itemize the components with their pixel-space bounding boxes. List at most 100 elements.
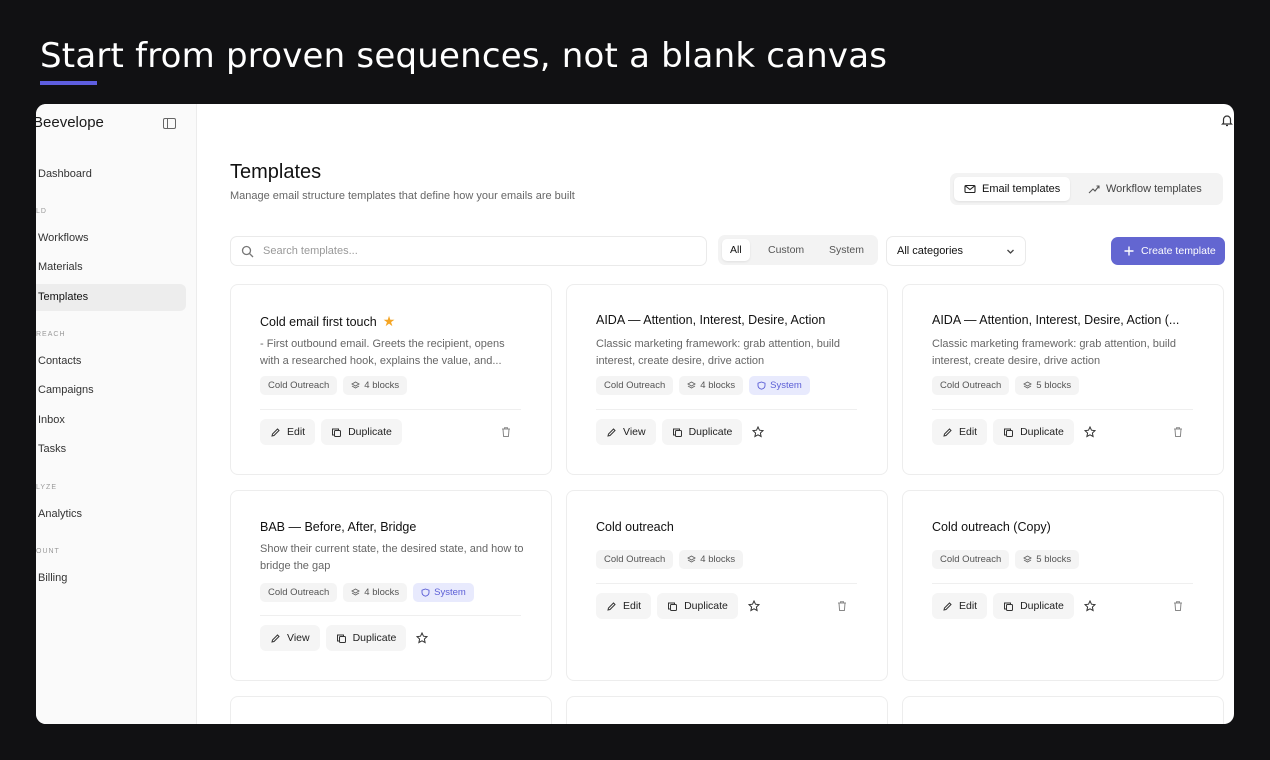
card-title-text: BAB — Before, After, Bridge — [260, 520, 417, 534]
template-card[interactable]: AIDA — Attention, Interest, Desire, Acti… — [566, 284, 888, 475]
sidebar-item-campaigns[interactable]: Campaigns — [36, 377, 186, 404]
template-card[interactable] — [902, 696, 1224, 724]
star-outline-icon — [416, 632, 429, 644]
blocks-count: 4 blocks — [364, 380, 400, 391]
card-title: AIDA — Attention, Interest, Desire, Acti… — [596, 313, 825, 327]
template-card[interactable]: BAB — Before, After, Bridge Show their c… — [230, 490, 552, 681]
layers-icon — [351, 381, 361, 389]
card-title: Cold outreach (Copy) — [932, 520, 1051, 534]
system-tag-label: System — [434, 587, 466, 598]
edit-label: Edit — [623, 600, 642, 612]
duplicate-label: Duplicate — [1020, 600, 1064, 612]
card-tags: Cold Outreach 4 blocks — [596, 550, 744, 569]
favorite-button[interactable] — [1080, 593, 1100, 619]
sidebar-item-contacts[interactable]: Contacts — [36, 348, 186, 375]
duplicate-button[interactable]: Duplicate — [321, 419, 402, 445]
template-card[interactable]: Cold outreach (Copy) Cold Outreach 5 blo… — [902, 490, 1224, 681]
sidebar-item-workflows[interactable]: Workflows — [36, 225, 186, 252]
edit-button[interactable]: Edit — [596, 593, 652, 619]
favorite-button[interactable] — [412, 625, 432, 651]
tab-workflow-templates[interactable]: Workflow templates — [1078, 177, 1212, 201]
trash-icon[interactable] — [1171, 425, 1185, 439]
filter-system[interactable]: System — [821, 239, 872, 261]
page-subtitle: Manage email structure templates that de… — [230, 190, 575, 202]
card-actions: Edit Duplicate — [932, 419, 1100, 445]
edit-button[interactable]: Edit — [932, 419, 988, 445]
view-button[interactable]: View — [596, 419, 656, 445]
favorite-button[interactable] — [744, 593, 764, 619]
card-divider — [596, 583, 857, 584]
template-card[interactable] — [230, 696, 552, 724]
sidebar-item-materials[interactable]: Materials — [36, 254, 186, 281]
sidebar-item-tasks[interactable]: Tasks — [36, 436, 186, 463]
sidebar-section-account: OUNT — [36, 548, 60, 555]
filter-custom[interactable]: Custom — [760, 239, 812, 261]
duplicate-button[interactable]: Duplicate — [993, 419, 1074, 445]
template-card[interactable]: AIDA — Attention, Interest, Desire, Acti… — [902, 284, 1224, 475]
card-description: Show their current state, the desired st… — [260, 543, 524, 572]
blocks-tag: 4 blocks — [679, 376, 744, 395]
card-actions: Edit Duplicate — [932, 593, 1100, 619]
favorite-star-icon[interactable]: ★ — [383, 313, 396, 330]
copy-icon — [672, 428, 682, 437]
blocks-tag: 4 blocks — [343, 376, 408, 395]
category-select-value: All categories — [897, 245, 964, 257]
template-card[interactable]: Cold outreach Cold Outreach 4 blocks Edi… — [566, 490, 888, 681]
duplicate-button[interactable]: Duplicate — [325, 625, 407, 651]
star-outline-icon — [747, 600, 760, 612]
sidebar-item-dashboard[interactable]: Dashboard — [36, 161, 186, 188]
sidebar-item-templates[interactable]: Templates — [36, 284, 186, 311]
duplicate-button[interactable]: Duplicate — [657, 593, 738, 619]
blocks-count: 4 blocks — [700, 554, 736, 565]
sidebar-item-analytics[interactable]: Analytics — [36, 501, 186, 528]
layers-icon — [687, 555, 697, 563]
card-title-text: AIDA — Attention, Interest, Desire, Acti… — [932, 313, 1180, 327]
copy-icon — [668, 602, 678, 611]
category-select[interactable]: All categories — [886, 236, 1026, 266]
filter-all[interactable]: All — [722, 239, 750, 261]
page-title: Templates — [230, 161, 322, 183]
system-tag: System — [749, 376, 810, 395]
edit-button[interactable]: Edit — [932, 593, 988, 619]
sidebar-item-billing[interactable]: Billing — [36, 565, 186, 592]
system-tag-label: System — [770, 380, 802, 391]
create-template-button[interactable]: Create template — [1111, 237, 1225, 265]
category-tag: Cold Outreach — [596, 376, 674, 395]
plus-icon — [1124, 246, 1134, 256]
tab-email-templates[interactable]: Email templates — [954, 177, 1071, 201]
duplicate-button[interactable]: Duplicate — [661, 419, 743, 445]
card-divider — [932, 583, 1193, 584]
edit-label: Edit — [959, 600, 978, 612]
bell-icon[interactable] — [1220, 113, 1234, 127]
view-button[interactable]: View — [260, 625, 320, 651]
card-actions: View Duplicate — [596, 419, 768, 445]
copy-icon — [1004, 602, 1014, 611]
shield-icon — [757, 381, 766, 390]
card-tags: Cold Outreach 5 blocks — [932, 550, 1080, 569]
edit-button[interactable]: Edit — [260, 419, 316, 445]
trash-icon[interactable] — [1171, 599, 1185, 613]
brand-logo: Beevelope — [36, 114, 104, 131]
duplicate-button[interactable]: Duplicate — [993, 593, 1074, 619]
card-title-text: Cold outreach (Copy) — [932, 520, 1051, 534]
card-divider — [932, 409, 1193, 410]
favorite-button[interactable] — [1080, 419, 1100, 445]
layers-icon — [687, 381, 697, 389]
edit-label: Edit — [959, 426, 978, 438]
search-input[interactable] — [263, 242, 693, 260]
card-title: Cold outreach — [596, 520, 674, 534]
tab-workflow-label: Workflow templates — [1106, 183, 1202, 195]
trash-icon[interactable] — [499, 425, 513, 439]
pencil-icon — [271, 427, 280, 437]
category-tag: Cold Outreach — [260, 376, 338, 395]
sidebar-item-inbox[interactable]: Inbox — [36, 407, 186, 434]
hero-title: Start from proven sequences, not a blank… — [40, 36, 888, 76]
template-card[interactable]: Cold email first touch ★ - First outboun… — [230, 284, 552, 475]
trash-icon[interactable] — [835, 599, 849, 613]
sidebar-toggle-icon[interactable] — [163, 118, 176, 129]
template-card[interactable] — [566, 696, 888, 724]
view-label: View — [287, 632, 310, 644]
favorite-button[interactable] — [748, 419, 768, 445]
app-window: Beevelope Dashboard LD Workflows Materia… — [36, 104, 1234, 724]
card-title: AIDA — Attention, Interest, Desire, Acti… — [932, 313, 1179, 327]
